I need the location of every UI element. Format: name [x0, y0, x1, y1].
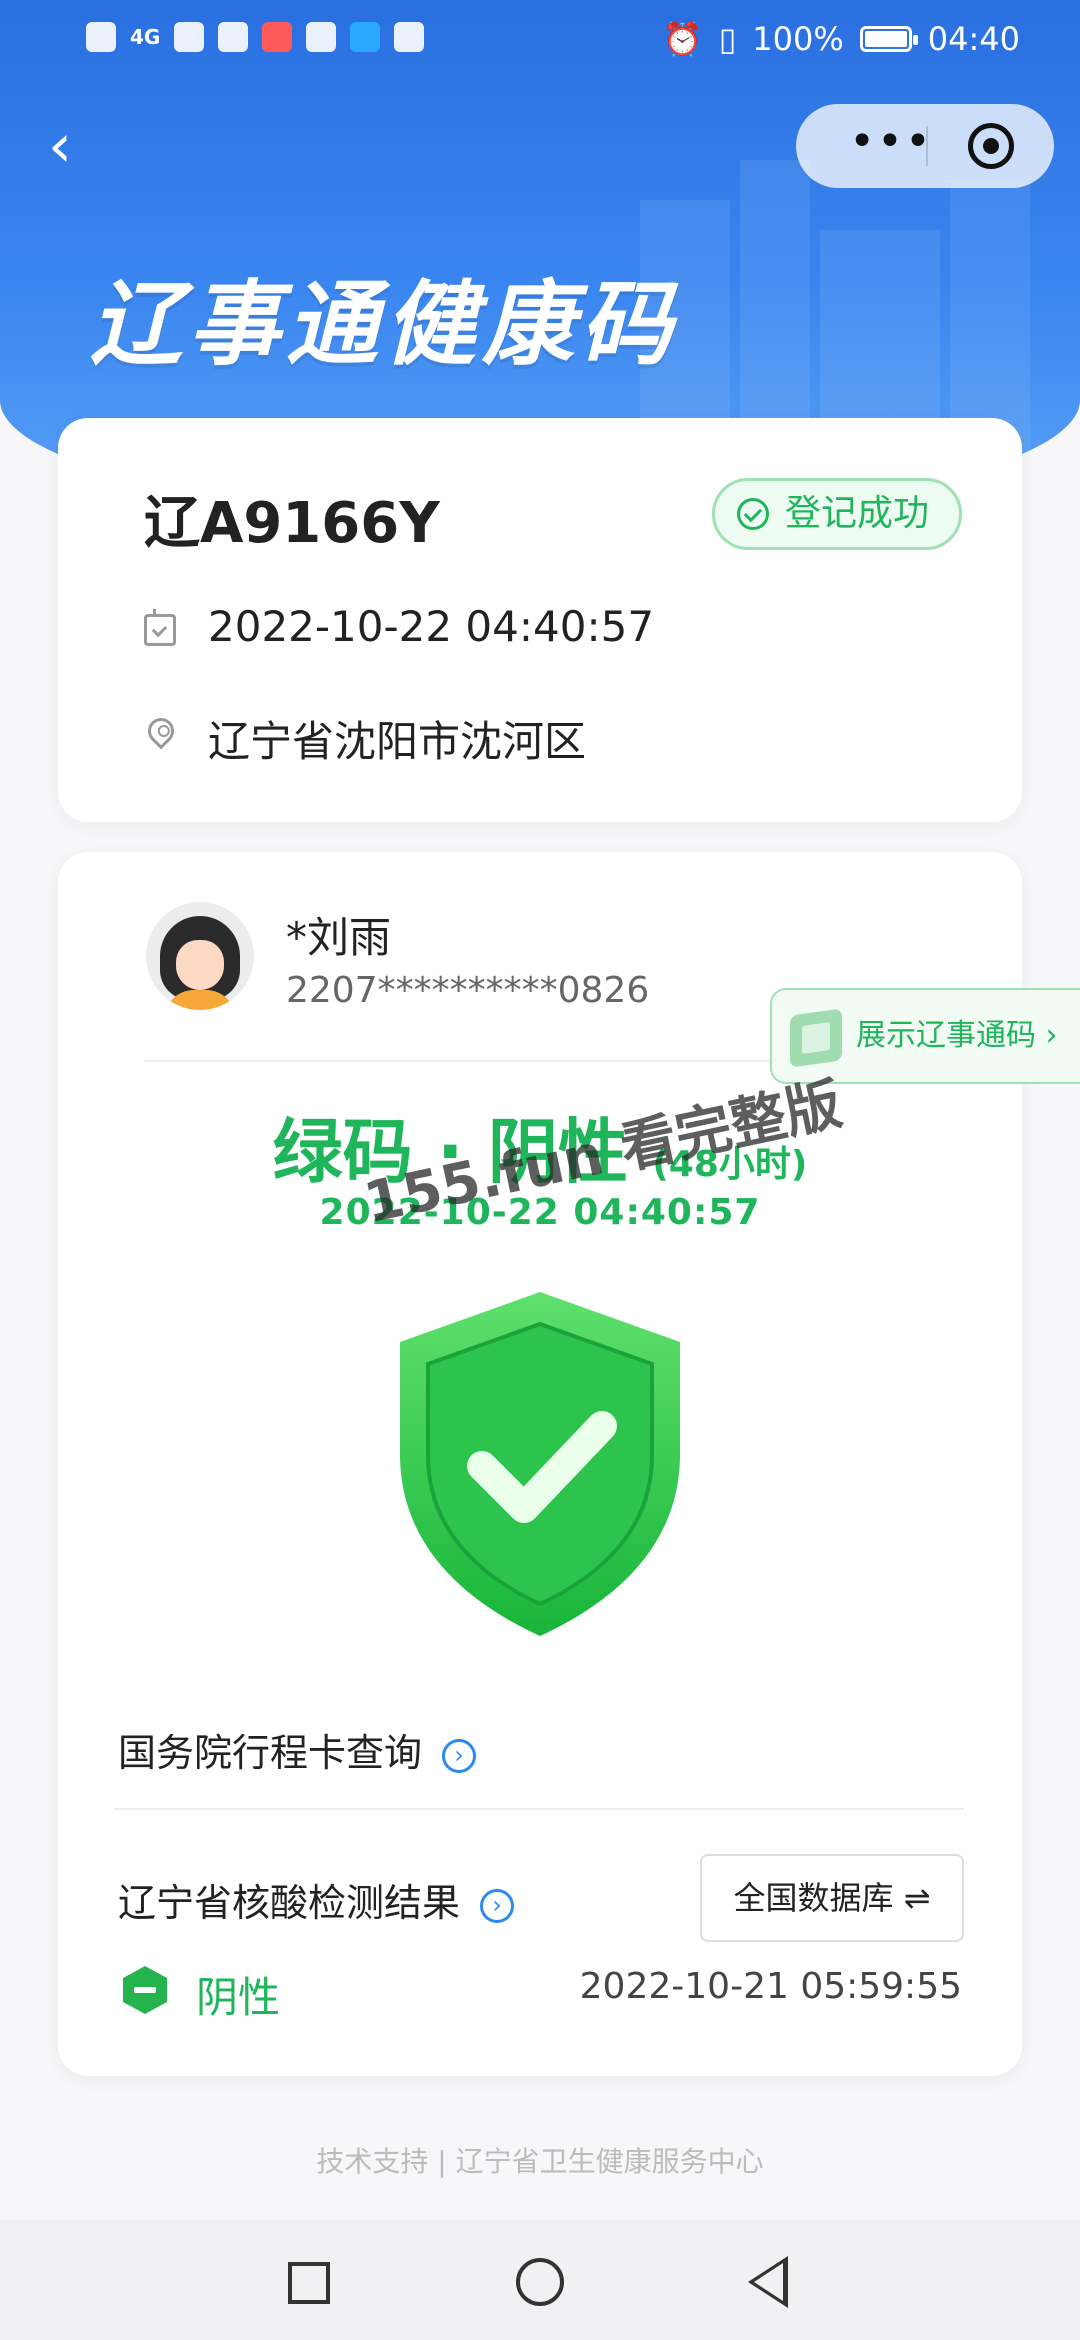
back-triangle-icon[interactable] — [748, 2256, 788, 2308]
itinerary-query-link[interactable]: 国务院行程卡查询 › — [118, 1722, 477, 1777]
location-pin-icon — [142, 712, 180, 750]
negative-hexagon-icon — [120, 1964, 170, 2016]
book-app-icon — [262, 22, 293, 52]
back-chevron-icon[interactable]: ‹ — [48, 116, 98, 176]
status-bar: 4G ⏰ ▯ 100% 04:40 — [0, 0, 1080, 80]
status-icons-right: ⏰ ▯ 100% 04:40 — [663, 20, 1020, 58]
arrow-right-circle-icon: › — [480, 1888, 515, 1923]
wifi-icon — [174, 22, 205, 52]
message-icon — [218, 22, 249, 52]
test-result: 阴性 — [196, 1973, 281, 2022]
registration-location: 辽宁省沈阳市沈河区 — [208, 717, 587, 766]
battery-icon — [859, 26, 918, 52]
registration-datetime: 2022-10-22 04:40:57 — [208, 602, 655, 651]
miniapp-capsule: ••• — [796, 104, 1054, 188]
test-result-time: 2022-10-21 05:59:55 — [579, 1966, 962, 2007]
person-id-number: 2207**********0826 — [286, 970, 650, 1011]
avatar — [146, 902, 254, 1010]
capsule-divider — [926, 126, 928, 166]
itinerary-query-label: 国务院行程卡查询 — [118, 1731, 423, 1775]
home-icon[interactable] — [516, 2258, 564, 2306]
chevron-right-icon: › — [1045, 1018, 1058, 1053]
page-title: 辽事通健康码 — [90, 271, 679, 378]
close-miniapp-icon[interactable] — [968, 123, 1014, 169]
alarm-icon: ⏰ — [662, 20, 703, 58]
status-icons-left: 4G — [86, 22, 425, 52]
national-database-label: 全国数据库 — [733, 1879, 894, 1917]
qr-code-icon — [790, 1008, 842, 1068]
status-badge: 登记成功 — [712, 478, 962, 550]
registration-card: 辽A9166Y 登记成功 2022-10-22 04:40:57 辽宁省沈阳市沈… — [58, 418, 1022, 822]
show-pass-code-label: 展示辽事通码 — [856, 1018, 1036, 1053]
divider — [114, 1808, 964, 1810]
recent-apps-icon[interactable] — [288, 2262, 330, 2304]
calendar-icon — [144, 609, 176, 646]
switch-arrows-icon: ⇌ — [903, 1879, 931, 1917]
cloud-icon — [394, 22, 425, 52]
nucleic-test-link[interactable]: 辽宁省核酸检测结果 › — [118, 1872, 515, 1927]
arrow-right-circle-icon: › — [442, 1738, 477, 1773]
check-circle-icon — [737, 498, 769, 530]
person-name: *刘雨 — [286, 913, 392, 962]
clock: 04:40 — [927, 20, 1020, 58]
vibrate-icon: ▯ — [718, 20, 737, 58]
more-options-icon[interactable]: ••• — [836, 120, 946, 172]
footer-credit: 技术支持 | 辽宁省卫生健康服务中心 — [316, 2145, 764, 2178]
green-shield-icon — [384, 1284, 696, 1644]
search-app-icon — [350, 22, 381, 52]
hd-icon — [86, 22, 116, 52]
mail-app-icon — [306, 22, 337, 52]
plate-number: 辽A9166Y — [144, 491, 440, 556]
status-badge-label: 登记成功 — [785, 493, 930, 534]
network-type: 4G — [130, 25, 161, 49]
nucleic-test-label: 辽宁省核酸检测结果 — [118, 1881, 461, 1925]
national-database-button[interactable]: 全国数据库 ⇌ — [700, 1854, 964, 1942]
battery-percent: 100% — [752, 20, 844, 58]
